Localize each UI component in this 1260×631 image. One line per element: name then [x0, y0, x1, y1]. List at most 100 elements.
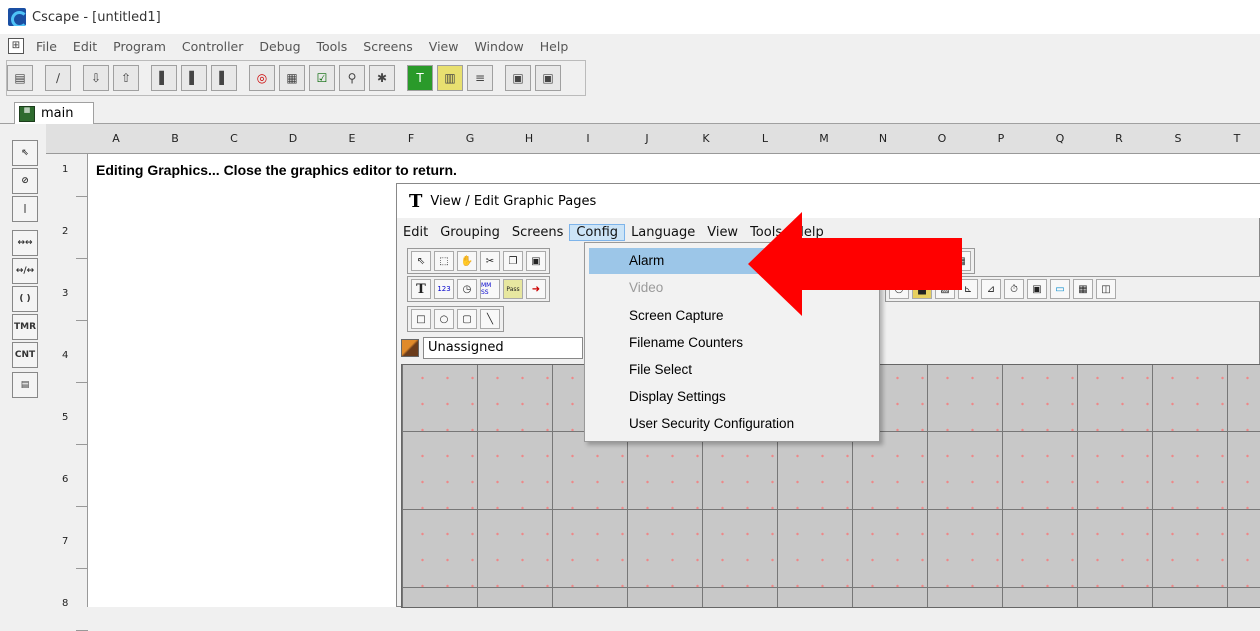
- nc-contact-icon[interactable]: ↔/↔: [12, 258, 38, 284]
- row-number-7: 7: [62, 536, 69, 547]
- rectangle-icon[interactable]: □: [411, 309, 431, 329]
- counter-icon[interactable]: CNT: [12, 342, 38, 368]
- config-item-display-settings[interactable]: Display Settings: [589, 384, 875, 410]
- gmenu-edit[interactable]: Edit: [397, 225, 434, 240]
- config-item-user-security[interactable]: User Security Configuration: [589, 411, 875, 437]
- column-letter-h: H: [524, 132, 534, 145]
- rung-icon-3[interactable]: ▌: [211, 65, 237, 91]
- marquee-select-icon[interactable]: ⬚: [434, 251, 454, 271]
- column-letter-f: F: [407, 132, 415, 145]
- table-grid-icon[interactable]: ▦: [1073, 279, 1093, 299]
- column-letter-e: E: [348, 132, 356, 145]
- menu-file[interactable]: File: [28, 39, 65, 54]
- menu-view[interactable]: View: [421, 39, 467, 54]
- menu-tools[interactable]: Tools: [309, 39, 356, 54]
- graphics-app-icon: T: [409, 190, 423, 212]
- table-icon[interactable]: ▦: [279, 65, 305, 91]
- column-letter-n: N: [878, 132, 888, 145]
- timer-icon[interactable]: TMR: [12, 314, 38, 340]
- paste-icon[interactable]: ▣: [526, 251, 546, 271]
- video-camera-icon[interactable]: ▭: [1050, 279, 1070, 299]
- gmenu-config[interactable]: Config: [569, 223, 626, 241]
- document-tab-bar: [0, 100, 1260, 124]
- lock-icon-1[interactable]: ▣: [505, 65, 531, 91]
- arrows-tool-icon[interactable]: ➜: [526, 279, 546, 299]
- column-letter-d: D: [288, 132, 298, 145]
- rung-icon-2[interactable]: ▌: [181, 65, 207, 91]
- menu-help[interactable]: Help: [532, 39, 577, 54]
- line-icon[interactable]: ╲: [480, 309, 500, 329]
- password-tool-icon[interactable]: Pass: [503, 279, 523, 299]
- export-icon[interactable]: ⇧: [113, 65, 139, 91]
- rung-icon-1[interactable]: ▌: [151, 65, 177, 91]
- app-title: Cscape - [untitled1]: [32, 9, 161, 25]
- column-letter-m: M: [819, 132, 829, 145]
- layer-select[interactable]: Unassigned: [423, 337, 583, 359]
- red-arrow-annotation: [748, 212, 962, 316]
- ladder-doc-icon: ▦: [19, 105, 35, 122]
- rounded-rectangle-icon[interactable]: ▢: [457, 309, 477, 329]
- gmenu-language[interactable]: Language: [625, 225, 701, 240]
- debug-bug-icon[interactable]: ✱: [369, 65, 395, 91]
- column-letter-t: T: [1233, 132, 1241, 145]
- menu-edit[interactable]: Edit: [65, 39, 105, 54]
- edit-disabled-icon[interactable]: ∕: [45, 65, 71, 91]
- save-disk-icon[interactable]: ▣: [1027, 279, 1047, 299]
- row-number-6: 6: [62, 474, 69, 485]
- column-letter-b: B: [171, 132, 179, 145]
- row-number-3: 3: [62, 288, 69, 299]
- lock-icon-2[interactable]: ▣: [535, 65, 561, 91]
- config-item-filename-counters[interactable]: Filename Counters: [589, 330, 875, 356]
- column-letter-s: S: [1174, 132, 1182, 145]
- find-icon[interactable]: ⚲: [339, 65, 365, 91]
- import-icon[interactable]: ⇩: [83, 65, 109, 91]
- row-divider: [76, 258, 88, 259]
- row-number-5: 5: [62, 412, 69, 423]
- coil-icon[interactable]: ( ): [12, 286, 38, 312]
- menu-debug[interactable]: Debug: [251, 39, 308, 54]
- timer-display-icon[interactable]: ⏱: [1004, 279, 1024, 299]
- column-letter-i: I: [586, 132, 590, 145]
- column-letter-p: P: [997, 132, 1005, 145]
- pointer-tool-icon[interactable]: ⇖: [12, 140, 38, 166]
- clock-tool-icon[interactable]: ◷: [457, 279, 477, 299]
- column-header: A B C D E F G H I J K L M N O P Q R S T: [46, 124, 1260, 154]
- menu-program[interactable]: Program: [105, 39, 174, 54]
- menu-controller[interactable]: Controller: [174, 39, 252, 54]
- numeric-tool-icon[interactable]: 123: [434, 279, 454, 299]
- copy-icon[interactable]: ❐: [503, 251, 523, 271]
- comment-tool-icon[interactable]: ⊘: [12, 168, 38, 194]
- select-arrow-icon[interactable]: ⇖: [411, 251, 431, 271]
- document-menu-icon[interactable]: ⊞: [8, 38, 24, 54]
- print-icon[interactable]: ▤: [7, 65, 33, 91]
- menu-window[interactable]: Window: [466, 39, 531, 54]
- circle-icon[interactable]: ○: [434, 309, 454, 329]
- gmenu-grouping[interactable]: Grouping: [434, 225, 506, 240]
- row-divider: [76, 506, 88, 507]
- no-contact-icon[interactable]: ↔↔: [12, 230, 38, 256]
- gmenu-screens[interactable]: Screens: [506, 225, 569, 240]
- cut-icon[interactable]: ✂: [480, 251, 500, 271]
- text-tool-icon[interactable]: T: [411, 279, 431, 299]
- graphics-editor-icon[interactable]: T: [407, 65, 433, 91]
- xy-plot-icon[interactable]: ⊿: [981, 279, 1001, 299]
- tab-main[interactable]: ▦ main: [14, 102, 94, 124]
- hand-pan-icon[interactable]: ✋: [457, 251, 477, 271]
- column-letter-r: R: [1115, 132, 1123, 145]
- document-icon[interactable]: ≡: [467, 65, 493, 91]
- app-title-bar: Cscape - [untitled1]: [0, 0, 1260, 34]
- column-letter-o: O: [937, 132, 947, 145]
- time-tool-icon[interactable]: MM SS: [480, 279, 500, 299]
- column-letter-j: J: [645, 132, 649, 145]
- io-config-icon[interactable]: ▥: [437, 65, 463, 91]
- menu-screens[interactable]: Screens: [355, 39, 421, 54]
- bin-icon[interactable]: ◫: [1096, 279, 1116, 299]
- row-number-8: 8: [62, 598, 69, 609]
- check-icon[interactable]: ☑: [309, 65, 335, 91]
- function-block-icon[interactable]: ▤: [12, 372, 38, 398]
- wire-tool-icon[interactable]: |: [12, 196, 38, 222]
- config-item-file-select[interactable]: File Select: [589, 357, 875, 383]
- column-letter-a: A: [112, 132, 120, 145]
- gmenu-view[interactable]: View: [701, 225, 744, 240]
- target-icon[interactable]: ◎: [249, 65, 275, 91]
